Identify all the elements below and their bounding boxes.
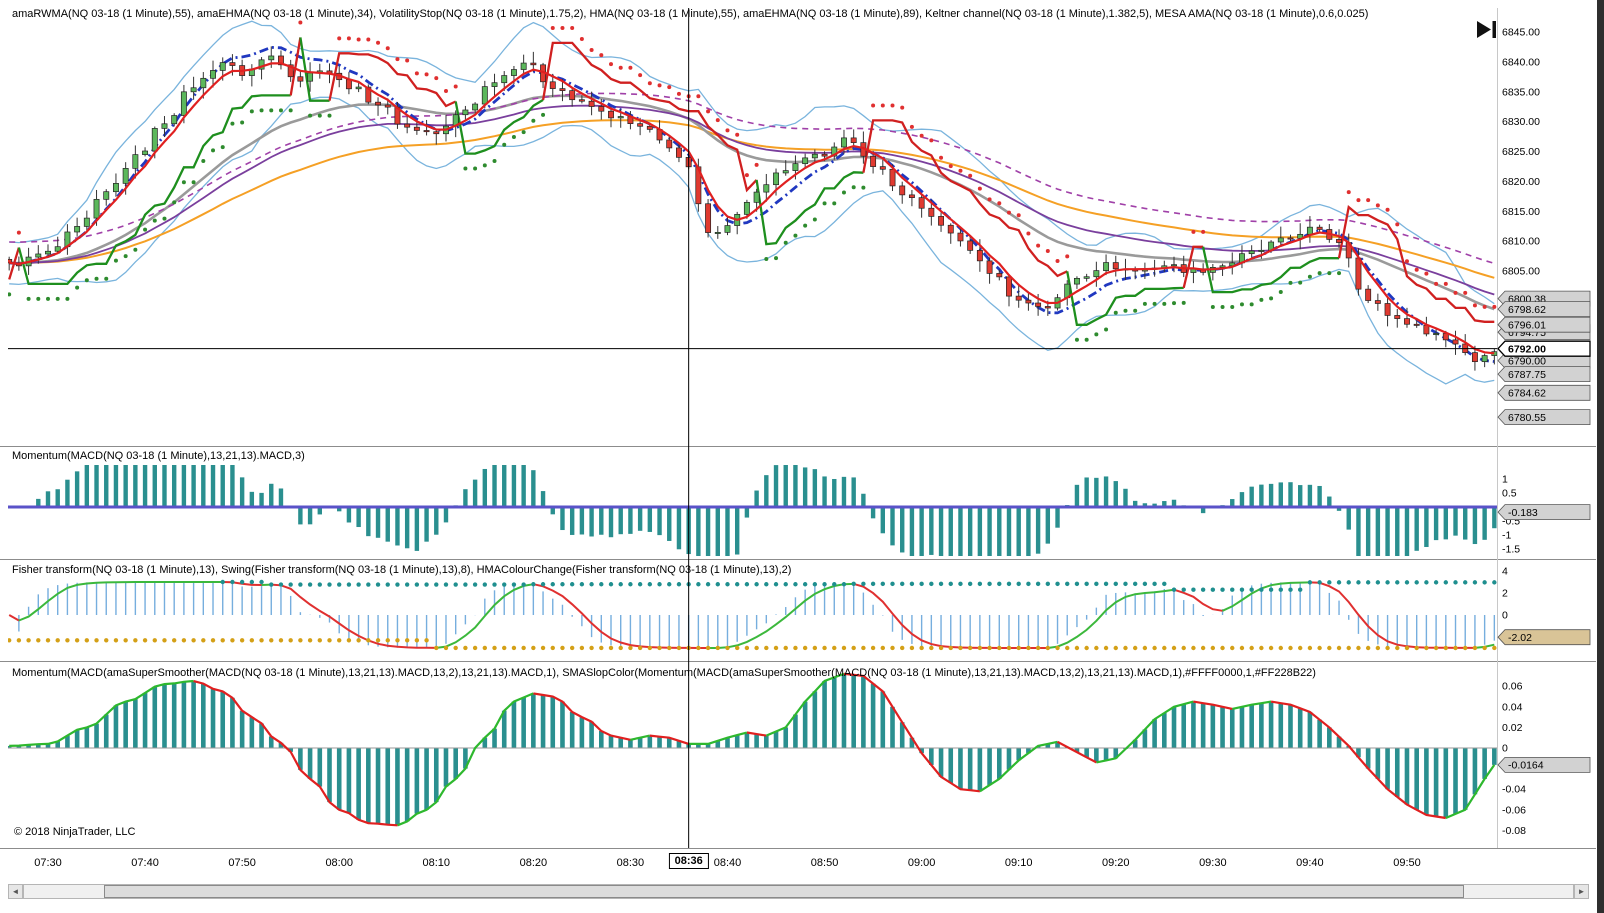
smoothed-momentum-panel [8,672,1497,827]
price-panel-title: amaRWMA(NQ 03-18 (1 Minute),55), amaEHMA… [12,8,1369,20]
svg-text:-1: -1 [1502,530,1511,542]
svg-text:-0.06: -0.06 [1502,804,1526,816]
svg-text:0.5: 0.5 [1502,488,1517,500]
horizontal-scrollbar[interactable]: ◄ ► [8,884,1589,899]
svg-text:6784.62: 6784.62 [1508,388,1546,400]
time-axis-label: 07:30 [34,857,62,869]
time-axis-label: 07:50 [228,857,256,869]
svg-text:-0.0164: -0.0164 [1508,760,1544,772]
svg-text:6792.00: 6792.00 [1508,343,1546,355]
copyright-text: © 2018 NinjaTrader, LLC [14,826,136,838]
svg-text:-2.02: -2.02 [1508,632,1532,644]
svg-text:-0.04: -0.04 [1502,784,1526,796]
window-edge-strip [1597,0,1604,913]
candlestick-series [8,46,1497,371]
time-axis-label: 09:50 [1393,857,1421,869]
svg-text:-0.183: -0.183 [1508,507,1538,519]
svg-text:6830.00: 6830.00 [1502,116,1540,128]
time-axis-label: 09:00 [907,857,936,869]
scroll-right-button[interactable]: ► [1574,884,1589,899]
svg-text:6810.00: 6810.00 [1502,236,1540,248]
svg-text:0.02: 0.02 [1502,722,1523,734]
svg-text:0: 0 [1502,743,1508,755]
time-axis-label: 08:10 [422,857,451,869]
svg-text:-0.08: -0.08 [1502,825,1526,837]
svg-text:6840.00: 6840.00 [1502,56,1540,68]
svg-text:6835.00: 6835.00 [1502,86,1540,98]
time-axis-label: 08:40 [713,857,742,869]
time-axis-label: 08:20 [519,857,548,869]
svg-text:0.06: 0.06 [1502,681,1523,693]
time-axis-label: 08:00 [325,857,353,869]
svg-text:6805.00: 6805.00 [1502,266,1540,278]
price-panel [8,20,1497,385]
time-axis-label: 09:30 [1199,857,1227,869]
time-axis-label: 07:40 [131,857,159,869]
time-axis-label: 09:40 [1296,857,1324,869]
svg-text:-1.5: -1.5 [1502,544,1520,556]
time-axis-label: 08:50 [810,857,839,869]
svg-text:2: 2 [1502,588,1508,600]
smoothed-momentum-panel-title: Momentum(MACD(amaSuperSmoother(MACD(NQ 0… [12,667,1316,679]
crosshair-time-label: 08:36 [668,853,709,869]
svg-text:6796.01: 6796.01 [1508,320,1546,332]
svg-text:0.04: 0.04 [1502,701,1523,713]
time-axis-label: 09:10 [1004,857,1033,869]
svg-text:6790.00: 6790.00 [1508,355,1546,367]
svg-text:6815.00: 6815.00 [1502,206,1540,218]
momentum-panel-title: Momentum(MACD(NQ 03-18 (1 Minute),13,21,… [12,450,305,462]
fisher-panel [8,579,1497,651]
go-to-last-bar-icon[interactable] [1477,21,1496,38]
scrollbar-thumb[interactable] [104,885,1464,898]
svg-text:6820.00: 6820.00 [1502,176,1540,188]
price-axis: 6845.00 6840.00 6835.00 6830.00 6825.00 6820.… [1497,27,1591,837]
ninjatrader-chart-window: 6845.00 6840.00 6835.00 6830.00 6825.00 6820.… [0,0,1604,913]
momentum-panel [8,465,1497,556]
svg-text:4: 4 [1502,566,1508,578]
fisher-panel-title: Fisher transform(NQ 03-18 (1 Minute),13)… [12,564,792,576]
svg-text:6825.00: 6825.00 [1502,146,1540,158]
scroll-left-button[interactable]: ◄ [8,884,23,899]
time-axis-label: 08:30 [616,857,645,869]
svg-text:0: 0 [1502,610,1508,622]
time-axis-label: 09:20 [1102,857,1130,869]
svg-text:6798.62: 6798.62 [1508,304,1546,316]
svg-text:6845.00: 6845.00 [1502,27,1540,39]
svg-text:6787.75: 6787.75 [1508,369,1546,381]
svg-text:6780.55: 6780.55 [1508,412,1546,424]
scrollbar-track[interactable] [23,884,1574,899]
svg-text:1: 1 [1502,474,1508,486]
